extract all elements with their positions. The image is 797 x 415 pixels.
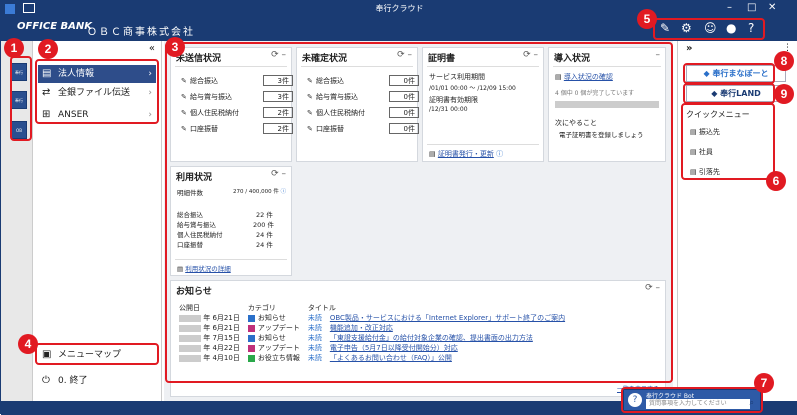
highlight-8 <box>683 63 775 84</box>
maximize-button[interactable]: □ <box>747 2 756 13</box>
highlight-5 <box>653 18 765 40</box>
annotation-5: 5 <box>637 9 657 29</box>
exit-button[interactable]: ⏻ 0. 終了 <box>38 372 156 390</box>
company-name: ＯＢＣ商事株式会社 <box>87 27 195 38</box>
highlight-6 <box>681 103 775 180</box>
minimize-button[interactable]: – <box>727 2 732 13</box>
expand-icon[interactable]: » <box>686 43 692 54</box>
highlight-4 <box>35 343 159 365</box>
annotation-4: 4 <box>18 334 38 354</box>
annotation-7: 7 <box>754 373 774 393</box>
exit-label: 0. 終了 <box>58 376 88 386</box>
annotation-3: 3 <box>165 37 185 57</box>
annotation-2: 2 <box>38 39 58 59</box>
highlight-9 <box>683 83 775 104</box>
highlight-2 <box>35 59 159 124</box>
logo: OFFICE BANK <box>17 21 93 32</box>
highlight-3 <box>165 42 673 383</box>
annotation-1: 1 <box>4 38 24 58</box>
annotation-8: 8 <box>774 51 794 71</box>
window-title: 奉行クラウド <box>375 4 424 13</box>
highlight-7 <box>621 387 763 413</box>
close-button[interactable]: ✕ <box>768 2 776 13</box>
title-bar: 奉行クラウド – □ ✕ <box>1 1 797 17</box>
annotation-6: 6 <box>766 171 786 191</box>
power-icon: ⏻ <box>42 375 50 386</box>
highlight-1 <box>10 56 32 141</box>
annotation-9: 9 <box>774 84 794 104</box>
app-window: 奉行クラウド – □ ✕ OFFICE BANK ＯＢＣ商事株式会社 ✎ ⚙ ☺… <box>0 0 797 415</box>
collapse-icon[interactable]: « <box>149 43 155 54</box>
